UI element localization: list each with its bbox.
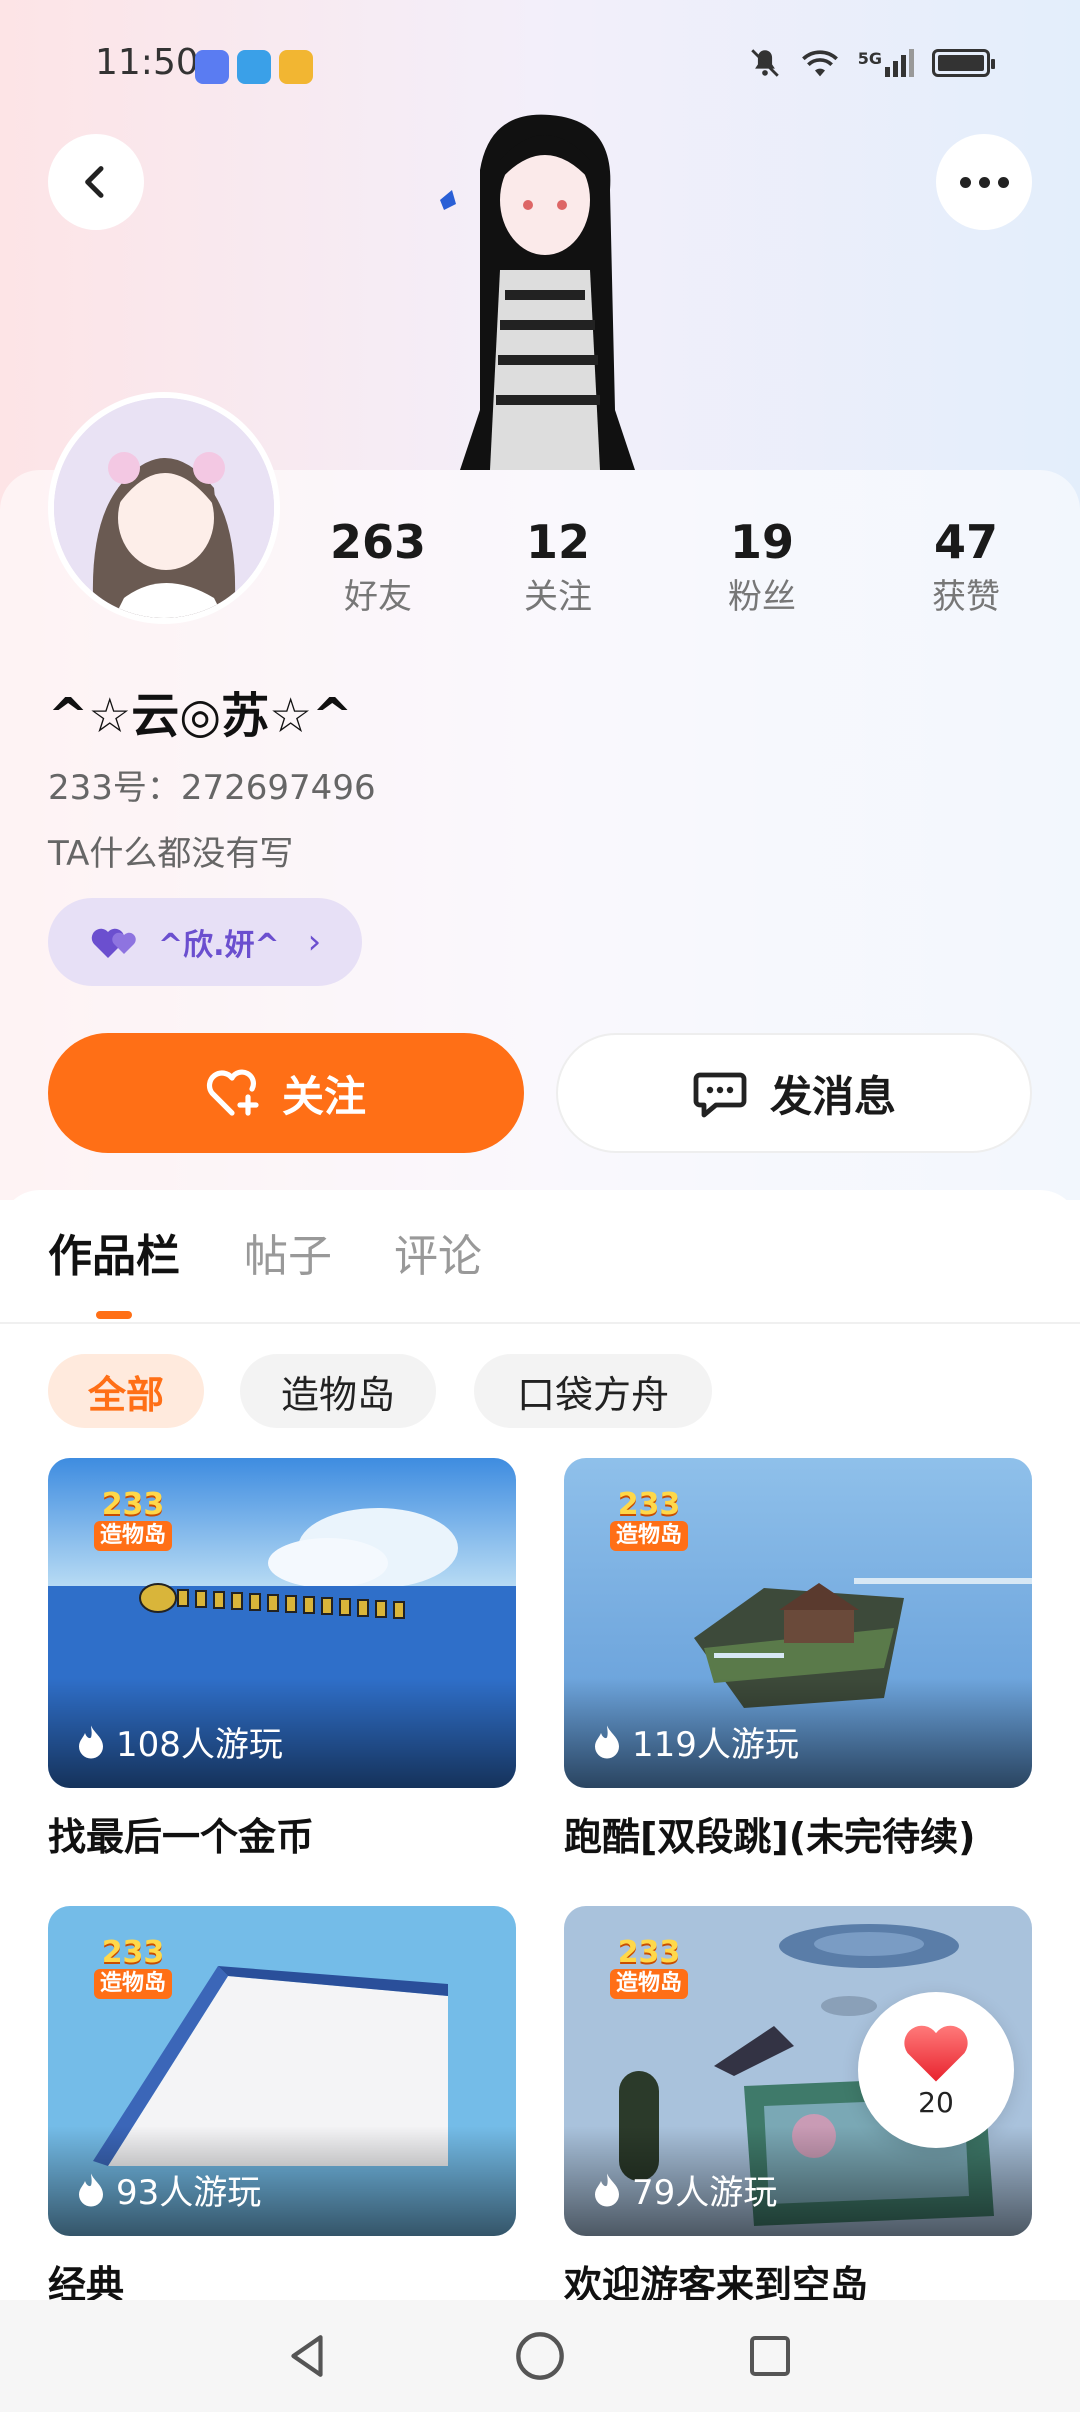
circle-home-icon	[516, 2332, 564, 2380]
badge-text: 造物岛	[609, 1969, 688, 1999]
avatar[interactable]	[48, 392, 280, 624]
tab-indicator	[96, 1311, 132, 1319]
chevron-right-icon: ›	[307, 922, 322, 962]
play-count-label: 119人游玩	[632, 1725, 799, 1765]
user-avatar-image	[54, 398, 274, 618]
status-time: 11:50	[95, 42, 199, 83]
play-count: 79人游玩	[592, 2165, 777, 2214]
heart-icon	[904, 2025, 968, 2082]
signal-icon: 5G	[858, 49, 914, 77]
like-button[interactable]: 20	[858, 1992, 1014, 2148]
square-recents-icon	[750, 2336, 790, 2376]
username: ^☆云◎苏☆^	[48, 688, 353, 744]
wifi-icon	[801, 50, 838, 77]
stat-label: 获赞	[932, 577, 1000, 617]
chevron-left-icon	[85, 166, 104, 198]
play-count-label: 93人游玩	[116, 2173, 262, 2213]
stat-value: 19	[729, 515, 794, 569]
work-title: 跑酷[双段跳](未完待续)	[564, 1815, 976, 1859]
nav-back-button[interactable]	[280, 2328, 336, 2384]
chat-bubble-icon	[693, 1072, 747, 1118]
creation-island-badge: 233 造物岛	[590, 1930, 708, 2006]
back-button[interactable]	[48, 134, 144, 230]
badge-number: 233	[101, 1487, 165, 1522]
stat-friends[interactable]: 263 好友	[298, 512, 458, 622]
relation-name: ^欣.妍^	[158, 928, 280, 963]
character-avatar-image	[440, 114, 635, 470]
stat-fans[interactable]: 19 粉丝	[682, 512, 842, 622]
play-count: 108人游玩	[76, 1717, 283, 1766]
stat-likes[interactable]: 47 获赞	[886, 512, 1046, 622]
tab-divider	[0, 1322, 1080, 1324]
creation-island-badge: 233 造物岛	[74, 1930, 192, 2006]
work-card[interactable]: 233 造物岛 93人游玩 经典	[48, 1906, 516, 2309]
more-button[interactable]	[936, 134, 1032, 230]
play-count: 119人游玩	[592, 1717, 799, 1766]
message-label: 发消息	[769, 1071, 896, 1121]
badge-number: 233	[617, 1487, 681, 1522]
app-notification-icon	[279, 50, 313, 84]
user-bio: TA什么都没有写	[48, 834, 294, 874]
follow-label: 关注	[281, 1071, 366, 1121]
stat-label: 粉丝	[728, 577, 796, 617]
work-thumbnail: 233 造物岛 119人游玩	[564, 1458, 1032, 1788]
like-count: 20	[918, 2085, 954, 2119]
stat-label: 好友	[344, 577, 412, 617]
more-dots-icon	[959, 176, 1009, 188]
creation-island-badge: 233 造物岛	[590, 1482, 708, 1558]
work-card[interactable]: 233 造物岛 119人游玩 跑酷[双段跳](未完待续)	[564, 1458, 1032, 1861]
nav-home-button[interactable]	[512, 2328, 568, 2384]
nav-recents-button[interactable]	[742, 2328, 798, 2384]
work-title: 找最后一个金币	[48, 1815, 315, 1859]
stat-label: 关注	[524, 577, 592, 617]
play-count: 93人游玩	[76, 2165, 261, 2214]
tab-works[interactable]: 作品栏	[48, 1220, 180, 1284]
network-type: 5G	[857, 49, 882, 68]
badge-number: 233	[101, 1935, 165, 1970]
flame-icon	[595, 1725, 619, 1758]
stat-following[interactable]: 12 关注	[478, 512, 638, 622]
badge-text: 造物岛	[609, 1521, 688, 1551]
double-heart-icon	[91, 928, 136, 958]
stat-value: 47	[933, 515, 998, 569]
system-nav-bar	[0, 2300, 1080, 2412]
flame-icon	[79, 2173, 103, 2206]
triangle-back-icon	[291, 2335, 323, 2377]
badge-text: 造物岛	[93, 1969, 172, 1999]
work-thumbnail: 233 造物岛 93人游玩	[48, 1906, 516, 2236]
tab-posts[interactable]: 帖子	[244, 1220, 332, 1284]
badge-number: 233	[617, 1935, 681, 1970]
filter-all[interactable]: 全部	[48, 1354, 204, 1428]
mute-bell-icon	[750, 49, 779, 77]
filter-creation-island[interactable]: 造物岛	[240, 1354, 436, 1428]
user-id[interactable]: 233号：272697496	[48, 760, 376, 809]
follow-button[interactable]: 关注	[48, 1033, 524, 1153]
flame-icon	[79, 1725, 103, 1758]
work-card[interactable]: 233 造物岛 108人游玩 找最后一个金币	[48, 1458, 516, 1861]
filter-pocket-ark[interactable]: 口袋方舟	[474, 1354, 712, 1428]
message-button[interactable]: 发消息	[556, 1033, 1032, 1153]
app-notification-icon	[195, 50, 229, 84]
tab-comments[interactable]: 评论	[394, 1220, 482, 1284]
status-app-icons	[195, 50, 313, 84]
play-count-label: 79人游玩	[632, 2173, 778, 2213]
app-notification-icon	[237, 50, 271, 84]
stat-value: 263	[329, 515, 427, 569]
tab-bar: 作品栏 帖子 评论	[0, 1220, 1080, 1320]
status-right: 5G	[748, 46, 995, 80]
relation-tag[interactable]: ^欣.妍^ ›	[48, 898, 362, 986]
work-thumbnail: 233 造物岛 108人游玩	[48, 1458, 516, 1788]
flame-icon	[595, 2173, 619, 2206]
heart-plus-icon	[206, 1069, 259, 1116]
stat-value: 12	[525, 515, 590, 569]
play-count-label: 108人游玩	[116, 1725, 283, 1765]
creation-island-badge: 233 造物岛	[74, 1482, 192, 1558]
battery-icon	[932, 49, 995, 77]
badge-text: 造物岛	[93, 1521, 172, 1551]
